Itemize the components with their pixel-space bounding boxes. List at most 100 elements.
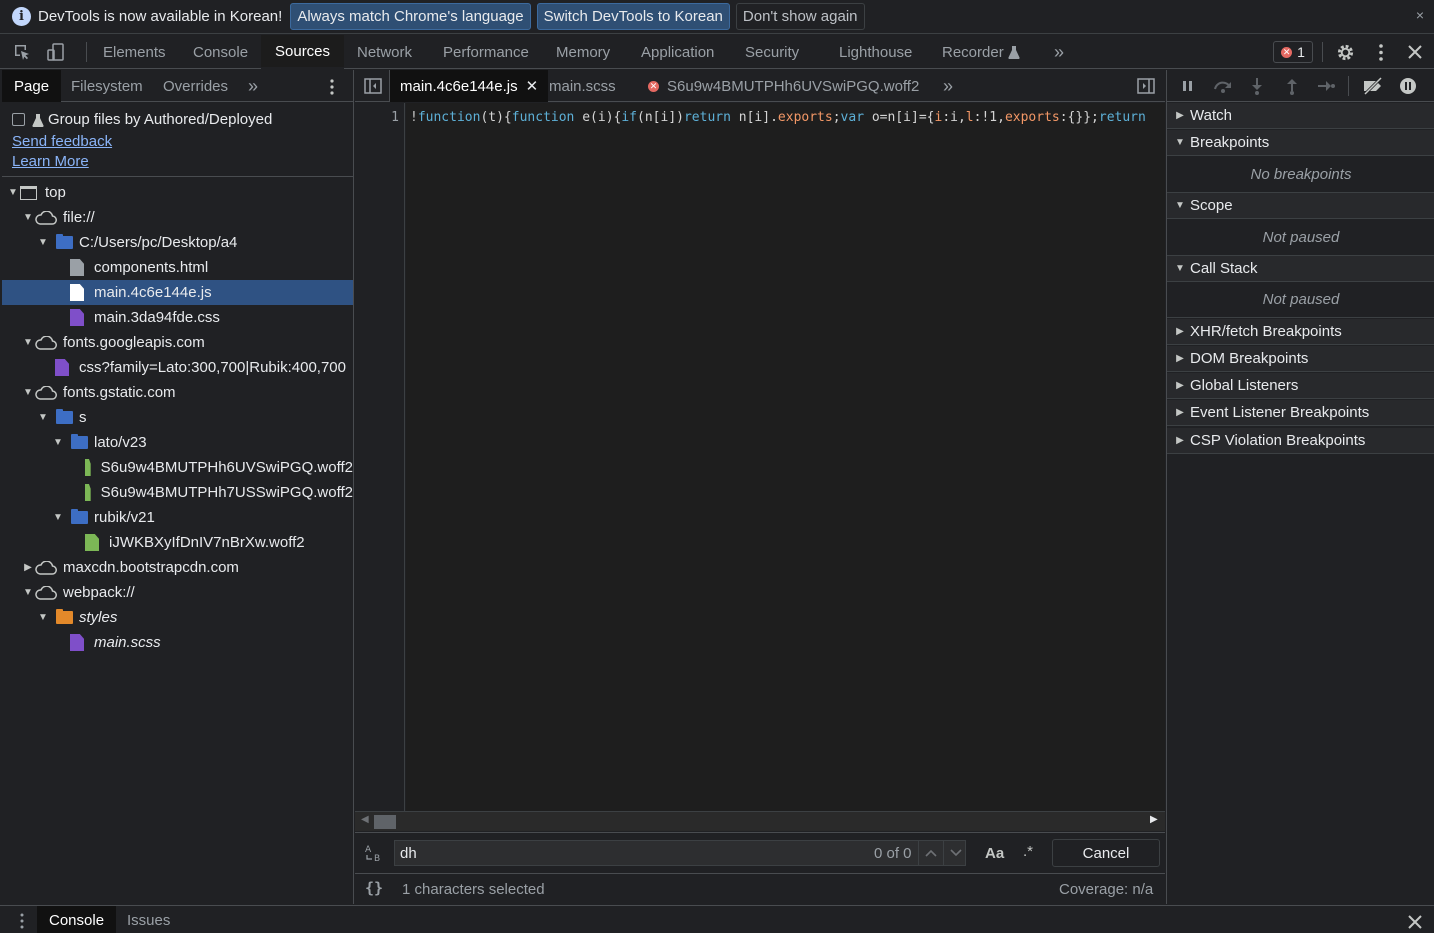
find-next-button[interactable] xyxy=(943,840,967,866)
scroll-right-icon[interactable]: ▶ xyxy=(1150,814,1158,825)
expand-down-icon[interactable]: ▼ xyxy=(23,387,33,398)
inspect-element-icon[interactable] xyxy=(12,42,32,62)
learn-more-link[interactable]: Learn More xyxy=(12,153,89,170)
settings-gear-icon[interactable] xyxy=(1336,43,1355,62)
expand-down-icon[interactable]: ▼ xyxy=(38,612,48,623)
deactivate-breakpoints-icon[interactable] xyxy=(1361,77,1385,95)
tree-item-file[interactable]: S6u9w4BMUTPHh6UVSwiPGQ.woff2 xyxy=(2,455,353,480)
tree-item-origin[interactable]: ▼ webpack:// xyxy=(2,580,353,605)
tab-recorder[interactable]: Recorder xyxy=(942,35,1020,69)
infobar-close-icon[interactable]: × xyxy=(1416,7,1424,23)
tab-sources[interactable]: Sources xyxy=(261,35,345,69)
replace-toggle-icon[interactable]: AB xyxy=(364,843,384,863)
send-feedback-link[interactable]: Send feedback xyxy=(12,133,112,150)
tree-item-folder[interactable]: ▼ lato/v23 xyxy=(2,430,353,455)
watch-pane-header[interactable]: ▶ Watch xyxy=(1167,103,1434,129)
tab-page[interactable]: Page xyxy=(2,70,62,102)
tab-lighthouse[interactable]: Lighthouse xyxy=(839,35,912,69)
pause-icon[interactable] xyxy=(1181,79,1195,93)
xhr-breakpoints-pane-header[interactable]: ▶ XHR/fetch Breakpoints xyxy=(1167,319,1434,345)
drawer-tab-console[interactable]: Console xyxy=(37,906,117,933)
tab-network[interactable]: Network xyxy=(357,35,412,69)
tree-item-top[interactable]: ▼ top xyxy=(2,180,353,205)
expand-down-icon[interactable]: ▼ xyxy=(23,337,33,348)
more-navigator-tabs-icon[interactable]: » xyxy=(248,70,258,102)
expand-right-icon[interactable]: ▶ xyxy=(23,562,33,573)
more-editor-tabs-icon[interactable]: » xyxy=(943,70,953,102)
tree-item-folder[interactable]: ▼ styles xyxy=(2,605,353,630)
tree-item-file[interactable]: S6u9w4BMUTPHh7USSwiPGQ.woff2 xyxy=(2,480,353,505)
tree-item-file-selected[interactable]: main.4c6e144e.js xyxy=(2,280,353,305)
expand-down-icon[interactable]: ▼ xyxy=(38,237,48,248)
navigator-menu-icon[interactable] xyxy=(327,78,337,96)
toggle-navigator-icon[interactable] xyxy=(364,78,382,94)
tree-item-origin[interactable]: ▶ maxcdn.bootstrapcdn.com xyxy=(2,555,353,580)
close-drawer-icon[interactable] xyxy=(1408,915,1422,929)
editor-tab-active[interactable]: main.4c6e144e.js ✕ xyxy=(390,70,549,102)
editor-tab[interactable]: main.scss xyxy=(549,70,616,102)
event-listener-breakpoints-pane-header[interactable]: ▶ Event Listener Breakpoints xyxy=(1167,400,1434,426)
breakpoints-pane-header[interactable]: ▼ Breakpoints xyxy=(1167,130,1434,156)
switch-to-korean-button[interactable]: Switch DevTools to Korean xyxy=(536,3,730,30)
tab-filesystem[interactable]: Filesystem xyxy=(71,70,143,102)
csp-violation-breakpoints-pane-header[interactable]: ▶ CSP Violation Breakpoints xyxy=(1167,428,1434,454)
call-stack-pane-header[interactable]: ▼ Call Stack xyxy=(1167,256,1434,282)
step-into-icon[interactable] xyxy=(1250,77,1264,95)
match-case-button[interactable]: Aa xyxy=(985,845,1004,862)
dont-show-again-button[interactable]: Don't show again xyxy=(735,3,865,30)
scroll-left-icon[interactable]: ◀ xyxy=(361,814,369,825)
expand-down-icon[interactable]: ▼ xyxy=(8,187,18,198)
tree-item-file[interactable]: main.scss xyxy=(2,630,353,655)
more-tabs-chevron-icon[interactable]: » xyxy=(1054,35,1064,69)
cancel-search-button[interactable]: Cancel xyxy=(1052,839,1160,867)
group-files-option[interactable]: Group files by Authored/Deployed xyxy=(12,111,272,128)
tab-security[interactable]: Security xyxy=(745,35,799,69)
tree-item-origin[interactable]: ▼ fonts.gstatic.com xyxy=(2,380,353,405)
tree-item-file[interactable]: iJWKBXyIfDnIV7nBrXw.woff2 xyxy=(2,530,353,555)
more-options-icon[interactable] xyxy=(1373,43,1389,62)
drawer-tab-issues[interactable]: Issues xyxy=(127,906,170,933)
tree-item-file[interactable]: components.html xyxy=(2,255,353,280)
tab-overrides[interactable]: Overrides xyxy=(163,70,228,102)
expand-down-icon[interactable]: ▼ xyxy=(23,587,33,598)
expand-down-icon[interactable]: ▼ xyxy=(53,512,63,523)
code-line[interactable]: !function(t){function e(i){if(n[i])retur… xyxy=(410,110,1146,125)
tree-item-file[interactable]: main.3da94fde.css xyxy=(2,305,353,330)
expand-down-icon[interactable]: ▼ xyxy=(38,412,48,423)
step-over-icon[interactable] xyxy=(1212,78,1234,94)
close-devtools-icon[interactable] xyxy=(1407,44,1423,60)
expand-down-icon[interactable]: ▼ xyxy=(23,212,33,223)
horizontal-scrollbar[interactable]: ◀ ▶ xyxy=(355,811,1165,831)
scrollbar-thumb[interactable] xyxy=(374,815,396,829)
step-out-icon[interactable] xyxy=(1285,77,1299,95)
tree-item-origin[interactable]: ▼ fonts.googleapis.com xyxy=(2,330,353,355)
find-previous-button[interactable] xyxy=(918,840,942,866)
tab-elements[interactable]: Elements xyxy=(103,35,166,69)
step-icon[interactable] xyxy=(1317,79,1335,93)
regex-button[interactable]: .* xyxy=(1023,843,1033,860)
tab-console[interactable]: Console xyxy=(193,35,248,69)
pause-on-exceptions-icon[interactable] xyxy=(1399,77,1417,95)
always-match-language-button[interactable]: Always match Chrome's language xyxy=(290,3,531,30)
expand-down-icon[interactable]: ▼ xyxy=(53,437,63,448)
tab-performance[interactable]: Performance xyxy=(443,35,529,69)
tree-item-file[interactable]: css?family=Lato:300,700|Rubik:400,700 xyxy=(2,355,353,380)
dom-breakpoints-pane-header[interactable]: ▶ DOM Breakpoints xyxy=(1167,346,1434,372)
editor-tab[interactable]: ✕ S6u9w4BMUTPHh6UVSwiPGQ.woff2 xyxy=(648,70,919,102)
code-editor[interactable]: !function(t){function e(i){if(n[i])retur… xyxy=(406,103,1165,811)
drawer-menu-icon[interactable] xyxy=(18,912,26,930)
pretty-print-icon[interactable]: {} xyxy=(365,879,383,897)
tree-item-folder[interactable]: ▼ rubik/v21 xyxy=(2,505,353,530)
close-tab-icon[interactable]: ✕ xyxy=(526,77,539,95)
error-count-badge[interactable]: ✕ 1 xyxy=(1273,41,1313,63)
toggle-debugger-icon[interactable] xyxy=(1137,78,1155,94)
device-toolbar-icon[interactable] xyxy=(46,42,66,62)
tree-item-folder[interactable]: ▼ s xyxy=(2,405,353,430)
tab-memory[interactable]: Memory xyxy=(556,35,610,69)
tree-item-folder[interactable]: ▼ C:/Users/pc/Desktop/a4 xyxy=(2,230,353,255)
global-listeners-pane-header[interactable]: ▶ Global Listeners xyxy=(1167,373,1434,399)
scope-pane-header[interactable]: ▼ Scope xyxy=(1167,193,1434,219)
group-files-checkbox[interactable] xyxy=(12,113,25,126)
tree-item-file-origin[interactable]: ▼ file:// xyxy=(2,205,353,230)
tab-application[interactable]: Application xyxy=(641,35,714,69)
